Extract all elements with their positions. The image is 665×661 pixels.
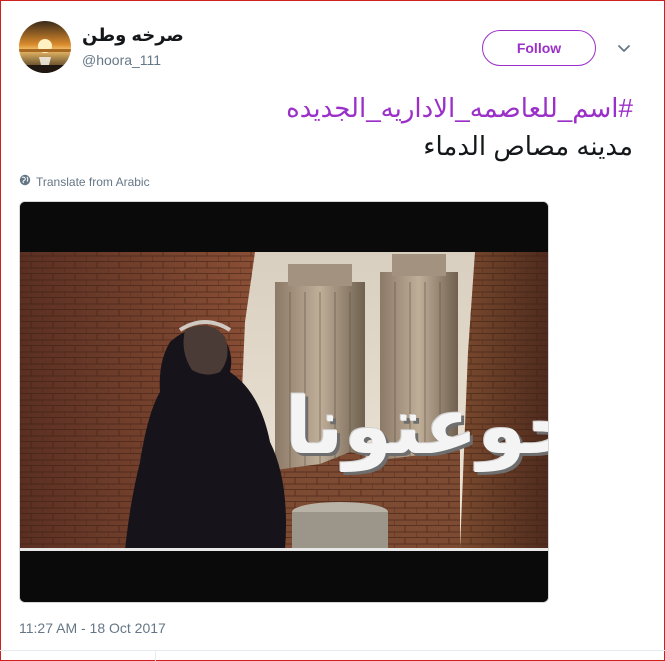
tweet-media-image[interactable]: جوعتونا xyxy=(19,201,549,603)
globe-icon xyxy=(19,174,31,189)
display-name[interactable]: صرخه وطن xyxy=(82,25,184,46)
follow-button[interactable]: Follow xyxy=(482,30,596,66)
tweet-hashtag-link[interactable]: #اسم_للعاصمه_الاداريه_الجديده xyxy=(286,93,633,124)
tweet-text: مدينه مصاص الدماء xyxy=(423,131,633,161)
translate-link[interactable]: Translate from Arabic xyxy=(19,174,150,189)
avatar[interactable] xyxy=(19,21,71,73)
user-handle[interactable]: @hoora_111 xyxy=(82,52,161,68)
chevron-down-icon[interactable] xyxy=(616,40,632,56)
footer-divider-vertical xyxy=(155,650,156,661)
translate-label: Translate from Arabic xyxy=(36,174,150,189)
footer-divider xyxy=(0,650,665,651)
media-overlay-text: جوعتونا xyxy=(285,382,548,472)
tweet-timestamp[interactable]: 11:27 AM - 18 Oct 2017 xyxy=(19,620,166,636)
